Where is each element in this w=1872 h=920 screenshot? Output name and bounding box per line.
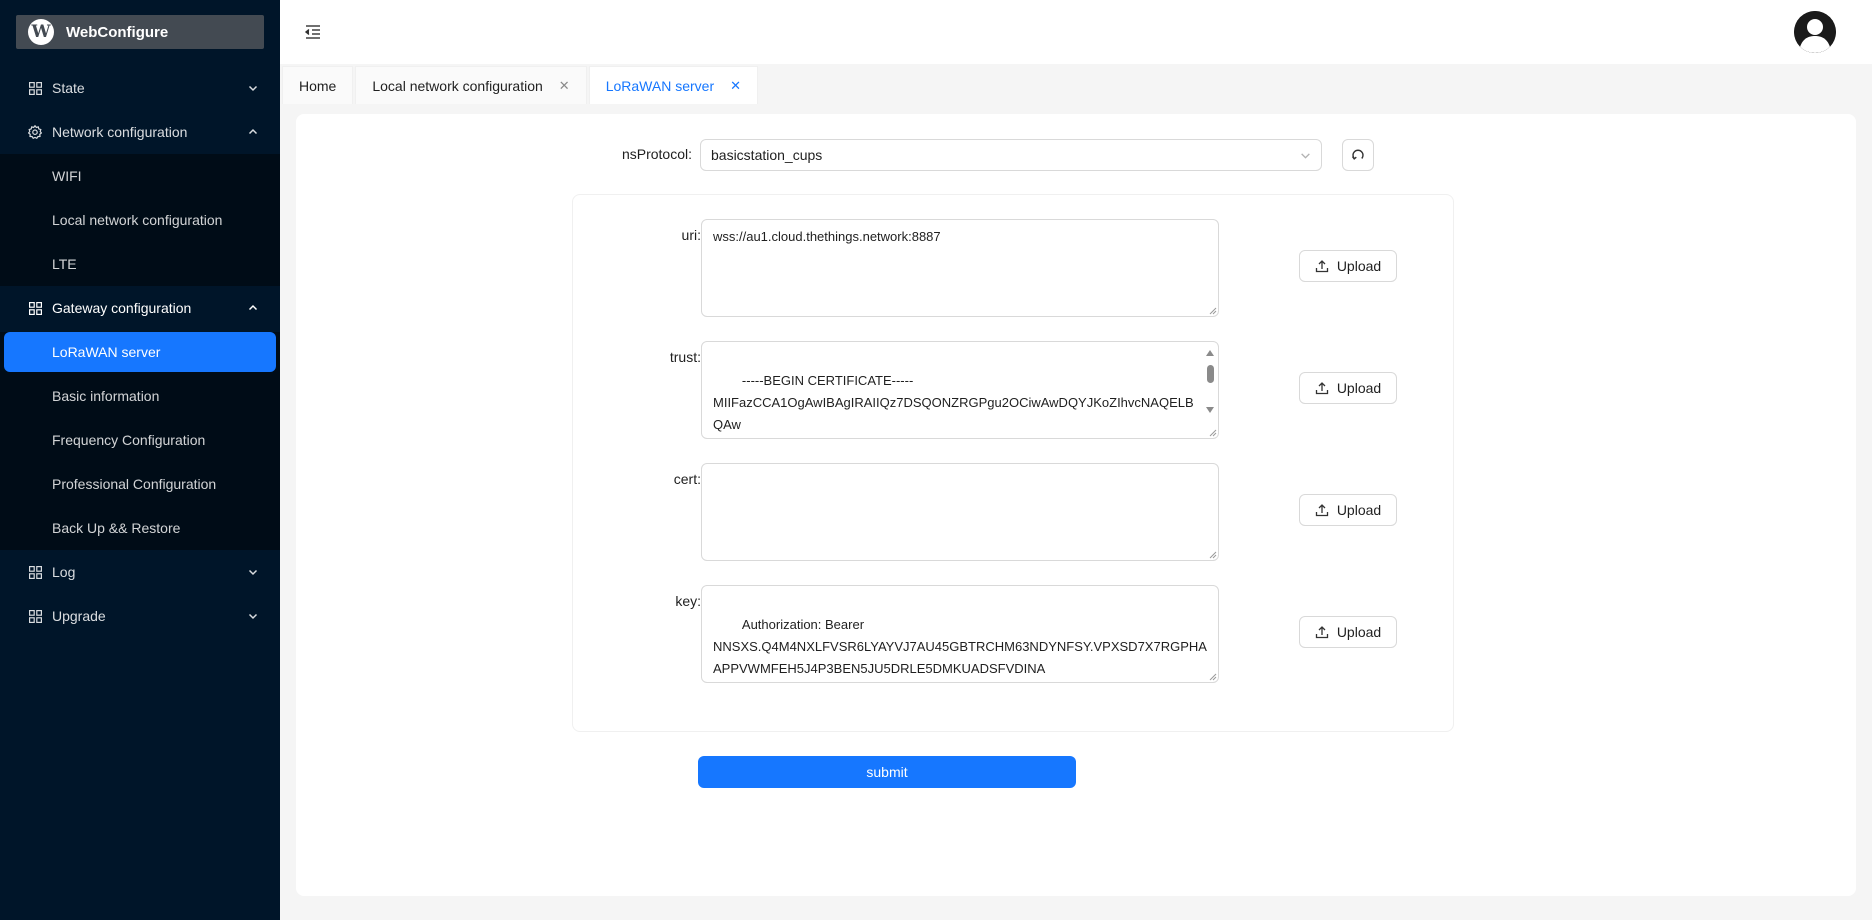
user-icon	[1794, 11, 1836, 53]
grid-icon	[28, 81, 42, 95]
menu-item-label: Gateway configuration	[52, 300, 192, 316]
key-value: Authorization: Bearer NNSXS.Q4M4NXLFVSR6…	[713, 617, 1207, 676]
key-upload-button[interactable]: Upload	[1299, 616, 1397, 648]
chevron-down-icon	[248, 85, 258, 92]
sidebar-item-local-network[interactable]: Local network configuration	[0, 198, 280, 242]
trust-textarea[interactable]: -----BEGIN CERTIFICATE----- MIIFazCCA1Og…	[701, 341, 1219, 439]
uri-textarea[interactable]: wss://au1.cloud.thethings.network:8887	[701, 219, 1219, 317]
trust-value: -----BEGIN CERTIFICATE----- MIIFazCCA1Og…	[713, 373, 1194, 432]
chevron-down-icon	[248, 569, 258, 576]
upload-icon	[1315, 260, 1328, 273]
upload-icon	[1315, 504, 1328, 517]
upload-icon	[1315, 382, 1328, 395]
menu-item-state[interactable]: State	[0, 66, 280, 110]
side-menu: State Network configuration WIFI Local n…	[0, 66, 280, 638]
upload-label: Upload	[1336, 258, 1382, 274]
grid-icon	[28, 301, 42, 315]
ns-protocol-value: basicstation_cups	[711, 147, 823, 163]
field-uri: uri: wss://au1.cloud.thethings.network:8…	[573, 219, 1455, 317]
sidebar-item-wifi[interactable]: WIFI	[0, 154, 280, 198]
app-logo[interactable]: W WebConfigure	[16, 15, 264, 49]
key-label: key:	[675, 593, 701, 609]
sidebar-item-frequency-configuration[interactable]: Frequency Configuration	[0, 418, 280, 462]
upload-icon	[1315, 626, 1328, 639]
upload-label: Upload	[1336, 380, 1382, 396]
menu-item-label: Log	[52, 564, 76, 580]
user-avatar[interactable]	[1794, 11, 1836, 53]
sidebar: W WebConfigure State Network configurati…	[0, 0, 280, 920]
ns-protocol-select[interactable]: basicstation_cups	[700, 139, 1322, 171]
chevron-down-icon	[248, 613, 258, 620]
tab-label: LoRaWAN server	[605, 77, 715, 94]
wordpress-logo-icon: W	[28, 19, 54, 45]
menu-item-network-configuration[interactable]: Network configuration	[0, 110, 280, 154]
sidebar-item-professional-configuration[interactable]: Professional Configuration	[0, 462, 280, 506]
menu-item-log[interactable]: Log	[0, 550, 280, 594]
cert-label: cert:	[673, 471, 701, 487]
sidebar-item-basic-information[interactable]: Basic information	[0, 374, 280, 418]
submit-label: submit	[866, 764, 908, 780]
sidebar-item-backup-restore[interactable]: Back Up && Restore	[0, 506, 280, 550]
submit-button[interactable]: submit	[698, 756, 1076, 788]
tab-label: Local network configuration	[372, 77, 543, 94]
tab-label: Home	[299, 77, 337, 94]
uri-upload-button[interactable]: Upload	[1299, 250, 1397, 282]
menu-fold-icon[interactable]	[304, 24, 322, 40]
menu-item-gateway-configuration[interactable]: Gateway configuration	[0, 286, 280, 330]
upload-label: Upload	[1336, 624, 1382, 640]
uri-value: wss://au1.cloud.thethings.network:8887	[713, 229, 941, 244]
top-header	[280, 0, 1872, 64]
uri-label: uri:	[681, 227, 701, 243]
main-content: nsProtocol: basicstation_cups uri: wss:/…	[296, 114, 1856, 896]
close-icon[interactable]: ✕	[730, 78, 741, 94]
tab-bar: Home Local network configuration ✕ LoRaW…	[282, 66, 760, 104]
tab-local-network-configuration[interactable]: Local network configuration ✕	[355, 66, 587, 104]
field-cert: cert: Upload	[573, 463, 1455, 561]
trust-upload-button[interactable]: Upload	[1299, 372, 1397, 404]
grid-icon	[28, 609, 42, 623]
refresh-button[interactable]	[1342, 139, 1374, 171]
scroll-down-icon[interactable]	[1206, 407, 1214, 413]
gear-icon	[28, 125, 42, 139]
tab-home[interactable]: Home	[282, 66, 354, 104]
submenu-gateway: LoRaWAN server Basic information Frequen…	[0, 332, 280, 550]
chevron-up-icon	[248, 304, 258, 311]
scroll-up-icon[interactable]	[1206, 350, 1214, 356]
sidebar-item-lte[interactable]: LTE	[0, 242, 280, 286]
resize-grip-icon[interactable]	[1207, 549, 1217, 559]
upload-label: Upload	[1336, 502, 1382, 518]
trust-scrollbar[interactable]	[1203, 343, 1217, 437]
resize-grip-icon[interactable]	[1207, 427, 1217, 437]
trust-label: trust:	[669, 349, 701, 365]
sidebar-item-lorawan-server[interactable]: LoRaWAN server	[4, 332, 276, 372]
field-key: key: Authorization: Bearer NNSXS.Q4M4NXL…	[573, 585, 1455, 683]
cert-upload-button[interactable]: Upload	[1299, 494, 1397, 526]
tab-lorawan-server[interactable]: LoRaWAN server ✕	[588, 66, 759, 104]
field-trust: trust: -----BEGIN CERTIFICATE----- MIIFa…	[573, 341, 1455, 439]
menu-item-label: Upgrade	[52, 608, 106, 624]
cert-textarea[interactable]	[701, 463, 1219, 561]
chevron-up-icon	[248, 128, 258, 135]
ns-protocol-label: nsProtocol:	[621, 146, 692, 162]
ns-protocol-row: nsProtocol: basicstation_cups	[296, 139, 1856, 171]
resize-grip-icon[interactable]	[1207, 671, 1217, 681]
resize-grip-icon[interactable]	[1207, 305, 1217, 315]
server-config-card: uri: wss://au1.cloud.thethings.network:8…	[572, 194, 1454, 732]
menu-item-label: State	[52, 80, 85, 96]
chevron-down-icon	[1301, 152, 1310, 159]
scroll-thumb[interactable]	[1207, 365, 1214, 383]
key-textarea[interactable]: Authorization: Bearer NNSXS.Q4M4NXLFVSR6…	[701, 585, 1219, 683]
grid-icon	[28, 565, 42, 579]
refresh-icon	[1351, 149, 1364, 160]
menu-item-upgrade[interactable]: Upgrade	[0, 594, 280, 638]
submenu-network: WIFI Local network configuration LTE	[0, 154, 280, 286]
menu-item-label: Network configuration	[52, 124, 188, 140]
close-icon[interactable]: ✕	[559, 78, 570, 94]
app-title: WebConfigure	[66, 23, 169, 41]
